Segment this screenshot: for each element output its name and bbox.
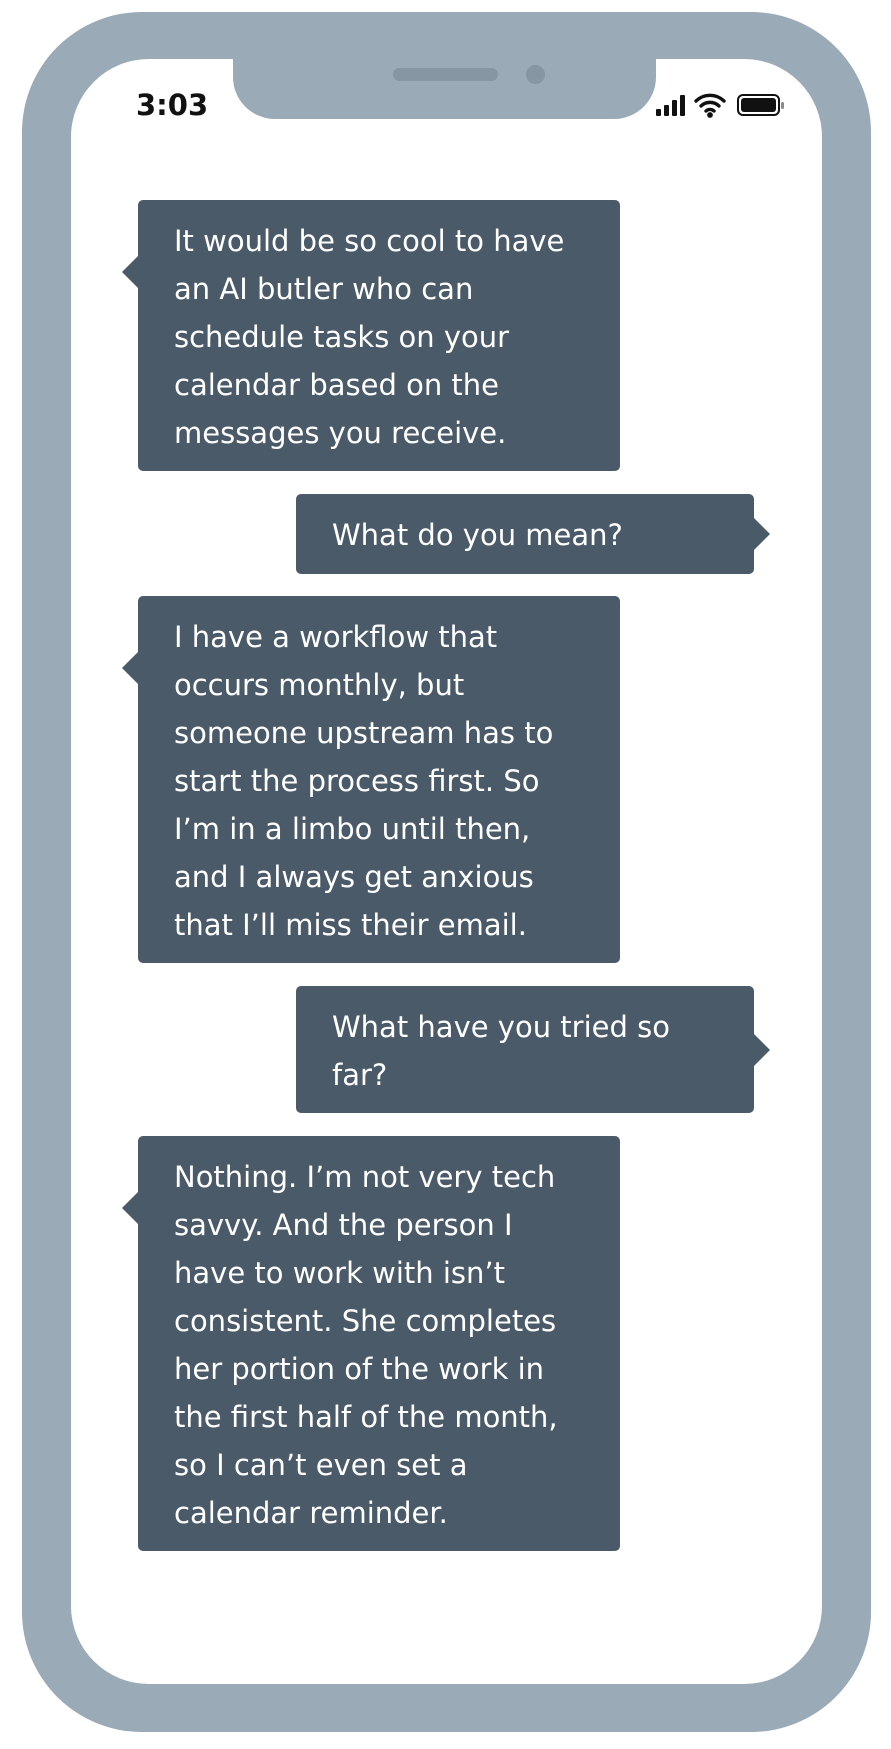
signal-icon: [656, 95, 685, 116]
status-icons: [656, 93, 784, 118]
message-sent: What do you mean?: [296, 494, 770, 574]
message-received: Nothing. I’m not very tech savvy. And th…: [122, 1136, 620, 1551]
front-camera: [526, 65, 545, 84]
battery-icon: [737, 94, 784, 116]
message-received: I have a workflow that occurs monthly, b…: [122, 596, 620, 963]
status-time: 3:03: [136, 88, 209, 122]
speaker-grille: [393, 68, 498, 81]
message-sent: What have you tried so far?: [296, 986, 770, 1113]
wifi-icon: [694, 93, 726, 118]
message-received: It would be so cool to have an AI butler…: [122, 200, 620, 471]
